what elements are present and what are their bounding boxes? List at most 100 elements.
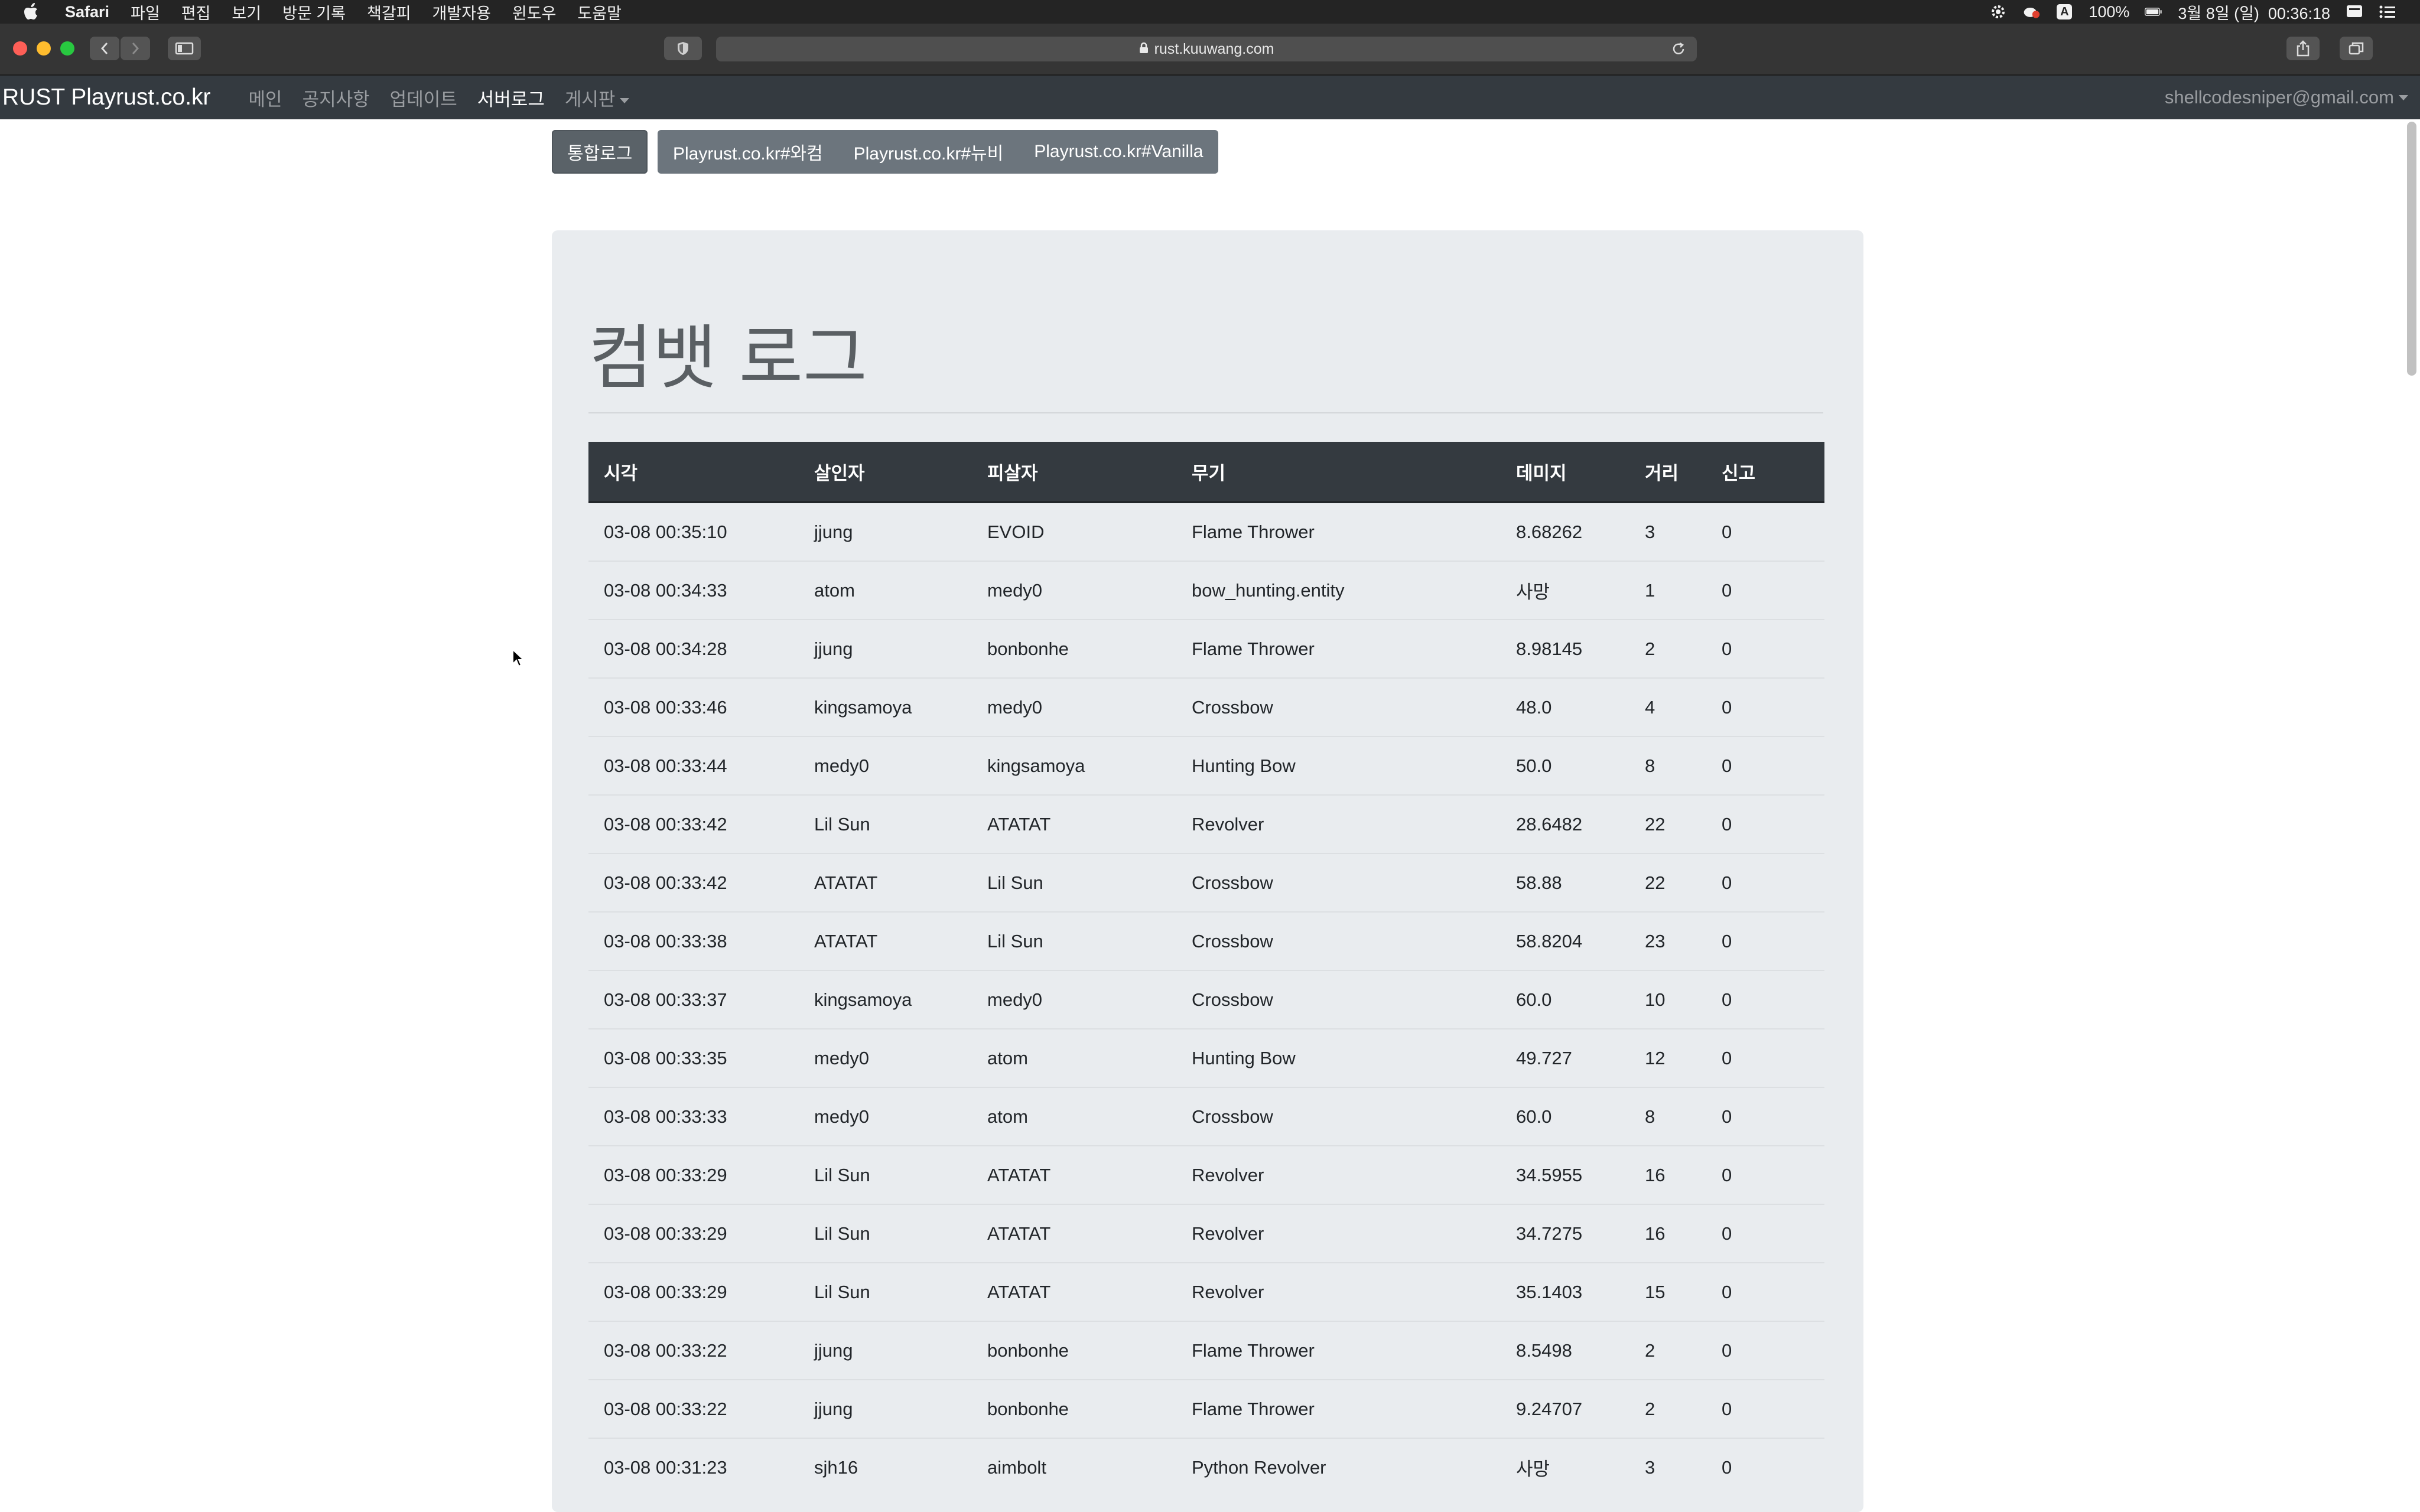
cell-distance: 4 [1629,677,1706,737]
menu-history[interactable]: 방문 기록 [282,1,346,24]
apple-menu-icon[interactable] [24,2,41,22]
chevron-left-icon [100,43,108,54]
cell-time: 03-08 00:33:38 [588,911,799,970]
cloud-status-icon[interactable] [2022,3,2040,21]
table-row: 03-08 00:34:28 jjung bonbonhe Flame Thrower… [588,619,1824,678]
server-log-button-vanilla[interactable]: Playrust.co.kr#Vanilla [1019,142,1218,162]
nav-server-log[interactable]: 서버로그 [477,84,545,111]
cell-weapon: Flame Thrower [1176,1379,1501,1438]
cell-victim: bonbonhe [972,619,1176,678]
tab-overview-button[interactable] [2340,37,2373,60]
cell-victim: aimbolt [972,1438,1176,1496]
nav-main[interactable]: 메인 [249,84,282,111]
cell-report: 0 [1706,1204,1824,1263]
table-row: 03-08 00:33:22 jjung bonbonhe Flame Thrower… [588,1379,1824,1438]
table-row: 03-08 00:33:35 medy0 atom Hunting Bow 49.727… [588,1028,1824,1087]
cell-victim: ATATAT [972,1145,1176,1204]
cell-distance: 23 [1629,911,1706,970]
reload-icon[interactable] [1670,40,1687,58]
table-row: 03-08 00:33:22 jjung bonbonhe Flame Thrower… [588,1321,1824,1380]
cell-time: 03-08 00:31:23 [588,1438,799,1496]
cell-time: 03-08 00:33:37 [588,970,799,1029]
menubar-clock[interactable]: 3월 8일 (일) 00:36:18 [2178,1,2330,24]
cell-killer: Lil Sun [799,1204,972,1263]
cell-killer: kingsamoya [799,677,972,737]
cell-report: 0 [1706,561,1824,620]
cell-time: 03-08 00:33:29 [588,1204,799,1263]
header-victim: 피살자 [972,442,1176,503]
screen-status-icon[interactable] [2346,3,2363,21]
sidebar-icon [175,42,194,55]
cell-killer: medy0 [799,736,972,795]
battery-icon[interactable] [2145,3,2162,21]
cell-damage: 8.5498 [1501,1321,1629,1380]
nav-board-dropdown[interactable]: 게시판 [565,84,630,111]
header-distance: 거리 [1629,442,1706,503]
integrated-log-label: 통합로그 [567,144,633,164]
cell-distance: 16 [1629,1145,1706,1204]
minimize-window-button[interactable] [37,41,51,56]
cell-victim: atom [972,1028,1176,1087]
menu-edit[interactable]: 편집 [181,1,211,24]
cell-weapon: Flame Thrower [1176,619,1501,678]
combat-log-panel: 컴뱃 로그 시각 살인자 피살자 무기 데미지 거리 신고 03-08 00:3… [552,230,1863,1512]
user-menu-dropdown[interactable]: shellcodesniper@gmail.com [2165,76,2408,119]
zoom-window-button[interactable] [60,41,74,56]
cell-distance: 3 [1629,1438,1706,1496]
table-body: 03-08 00:35:10 jjung EVOID Flame Thrower 8.6… [588,502,1824,1496]
cell-distance: 8 [1629,1087,1706,1146]
table-header-row: 시각 살인자 피살자 무기 데미지 거리 신고 [588,442,1824,503]
cell-damage: 60.0 [1501,1087,1629,1146]
cell-weapon: Flame Thrower [1176,1321,1501,1380]
cell-time: 03-08 00:33:42 [588,794,799,853]
integrated-log-button[interactable]: 통합로그 [552,130,648,174]
sidebar-toggle-button[interactable] [168,37,201,60]
page-scrollbar[interactable] [2407,122,2416,376]
cell-report: 0 [1706,970,1824,1029]
menu-develop[interactable]: 개발자용 [432,1,491,24]
privacy-report-button[interactable] [664,37,702,60]
cell-weapon: Revolver [1176,1262,1501,1321]
cell-killer: medy0 [799,1028,972,1087]
cell-damage: 사망 [1501,1438,1629,1496]
notification-center-icon[interactable] [2379,3,2396,21]
nav-update[interactable]: 업데이트 [390,84,457,111]
cell-killer: Lil Sun [799,794,972,853]
safari-toolbar: rust.kuuwang.com + [0,24,2420,96]
forward-button[interactable] [121,37,150,60]
site-brand[interactable]: RUST Playrust.co.kr [2,84,211,110]
cell-report: 0 [1722,521,1732,542]
gear-status-icon[interactable] [1989,3,2007,21]
share-button[interactable] [2286,37,2320,60]
menu-view[interactable]: 보기 [232,1,261,24]
menu-bookmarks[interactable]: 책갈피 [367,1,411,24]
server-log-button-newbie[interactable]: Playrust.co.kr#뉴비 [838,139,1019,165]
close-window-button[interactable] [13,41,27,56]
back-button[interactable] [90,37,119,60]
cell-report: 0 [1706,794,1824,853]
server-log-button-wacom[interactable]: Playrust.co.kr#와컴 [658,139,838,165]
cell-weapon: Crossbow [1176,911,1501,970]
tabs-icon [2349,42,2364,55]
battery-percent: 100% [2089,2,2130,21]
menu-safari[interactable]: Safari [65,3,109,21]
cell-victim: ATATAT [972,1262,1176,1321]
input-source-icon[interactable]: A [2055,3,2073,21]
menu-help[interactable]: 도움말 [577,1,622,24]
table-row: 03-08 00:33:46 kingsamoya medy0 Crossbow 48.… [588,677,1824,737]
table-row: 03-08 00:33:44 medy0 kingsamoya Hunting Bow… [588,736,1824,795]
cell-time: 03-08 00:33:22 [588,1321,799,1380]
cell-damage: 사망 [1501,561,1629,620]
cell-time: 03-08 00:33:29 [588,1145,799,1204]
nav-notice[interactable]: 공지사항 [302,84,370,111]
cell-weapon: Crossbow [1176,677,1501,737]
header-damage: 데미지 [1501,442,1629,503]
macos-menubar: Safari 파일 편집 보기 방문 기록 책갈피 개발자용 윈도우 도움말 A… [0,0,2420,24]
table-row: 03-08 00:33:33 medy0 atom Crossbow 60.0 8 0 [588,1087,1824,1146]
menu-window[interactable]: 윈도우 [512,1,557,24]
address-bar[interactable]: rust.kuuwang.com [716,37,1697,61]
cell-weapon: Python Revolver [1176,1438,1501,1496]
cell-weapon: bow_hunting.entity [1176,561,1501,620]
cell-damage: 28.6482 [1501,794,1629,853]
menu-file[interactable]: 파일 [131,1,160,24]
